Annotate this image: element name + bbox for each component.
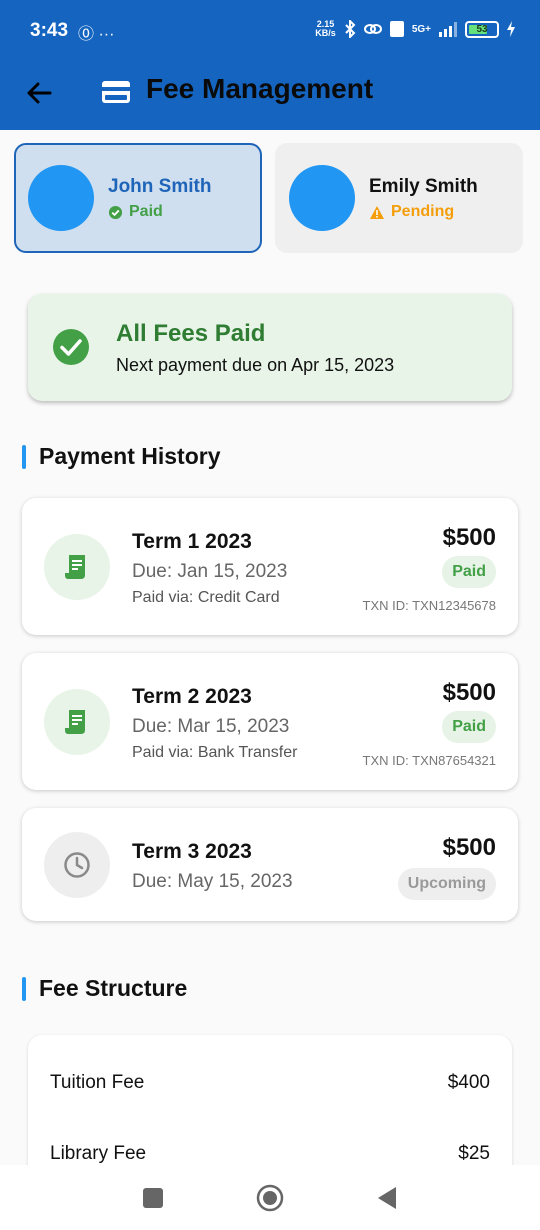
fee-summary-card: All Fees Paid Next payment due on Apr 15… (28, 294, 512, 401)
back-button[interactable] (372, 1183, 402, 1213)
avatar (289, 165, 355, 231)
payment-term: Term 2 2023 (132, 685, 252, 708)
payment-amount: $500 (442, 679, 496, 706)
student-card-emily-smith[interactable]: Emily Smith Pending (275, 143, 523, 253)
payment-amount: $500 (442, 834, 496, 861)
status-badge: Paid (442, 556, 496, 588)
payment-method: Paid via: Bank Transfer (132, 744, 298, 761)
summary-subtitle: Next payment due on Apr 15, 2023 (116, 355, 395, 375)
summary-title: All Fees Paid (116, 320, 266, 347)
payment-card-term-2[interactable]: Term 2 2023 Due: Mar 15, 2023 Paid via: … (22, 653, 518, 790)
status-right-icons: 2.15 KB/s 5G+ 53 (315, 20, 516, 38)
student-name: John Smith (108, 176, 212, 197)
payment-amount: $500 (442, 524, 496, 551)
payment-term: Term 3 2023 (132, 840, 252, 863)
recent-apps-button[interactable] (138, 1183, 168, 1213)
link-icon (363, 24, 382, 34)
receipt-icon (44, 689, 110, 755)
fee-row-tuition: Tuition Fee $400 (50, 1072, 490, 1102)
payment-due-date: Due: Jan 15, 2023 (132, 561, 288, 582)
system-nav-bar (0, 1165, 540, 1230)
payment-due-date: Due: Mar 15, 2023 (132, 716, 290, 737)
heading-accent-bar (22, 445, 26, 469)
transaction-id: TXN ID: TXN12345678 (362, 598, 496, 613)
avatar (28, 165, 94, 231)
payment-card-term-1[interactable]: Term 1 2023 Due: Jan 15, 2023 Paid via: … (22, 498, 518, 635)
status-time: 3:43 (30, 20, 69, 41)
student-name: Emily Smith (369, 176, 478, 197)
check-circle-icon (53, 329, 89, 365)
fee-label: Tuition Fee (50, 1072, 145, 1093)
payment-term: Term 1 2023 (132, 530, 252, 553)
status-badge: Paid (442, 711, 496, 743)
bluetooth-icon (345, 20, 356, 38)
payment-card-term-3[interactable]: Term 3 2023 Due: May 15, 2023 $500 Upcom… (22, 808, 518, 921)
square-icon (143, 1188, 163, 1208)
clock-icon (44, 832, 110, 898)
fee-amount: $25 (458, 1143, 490, 1164)
status-bar: 3:43 ⓪ ··· 2.15 KB/s 5G+ 53 (0, 0, 540, 62)
triangle-back-icon (378, 1187, 396, 1209)
volte-icon (389, 21, 404, 37)
fee-amount: $400 (447, 1072, 490, 1093)
battery-icon: 53 (465, 20, 499, 38)
transaction-id: TXN ID: TXN87654321 (362, 753, 496, 768)
student-status: Paid (108, 203, 163, 221)
charging-icon (507, 21, 515, 37)
warning-icon (370, 205, 384, 219)
payment-due-date: Due: May 15, 2023 (132, 871, 293, 892)
payment-method: Paid via: Credit Card (132, 589, 280, 606)
receipt-icon (44, 534, 110, 600)
home-circle-icon (256, 1184, 284, 1212)
signal-icon (439, 22, 457, 37)
home-button[interactable] (255, 1183, 285, 1213)
check-circle-icon (108, 205, 123, 219)
student-status: Pending (369, 203, 454, 221)
fee-label: Library Fee (50, 1143, 147, 1164)
app-bar: Fee Management (0, 62, 540, 130)
notification-icons: ⓪ ··· (78, 26, 115, 43)
back-arrow-icon[interactable] (22, 76, 56, 110)
heading-accent-bar (22, 977, 26, 1001)
status-badge: Upcoming (397, 868, 496, 900)
student-card-john-smith[interactable]: John Smith Paid (14, 143, 262, 253)
net-speed: 2.15 KB/s (315, 19, 336, 38)
credit-card-icon (102, 81, 130, 103)
page-title: Fee Management (146, 73, 374, 104)
network-type: 5G+ (411, 23, 431, 35)
